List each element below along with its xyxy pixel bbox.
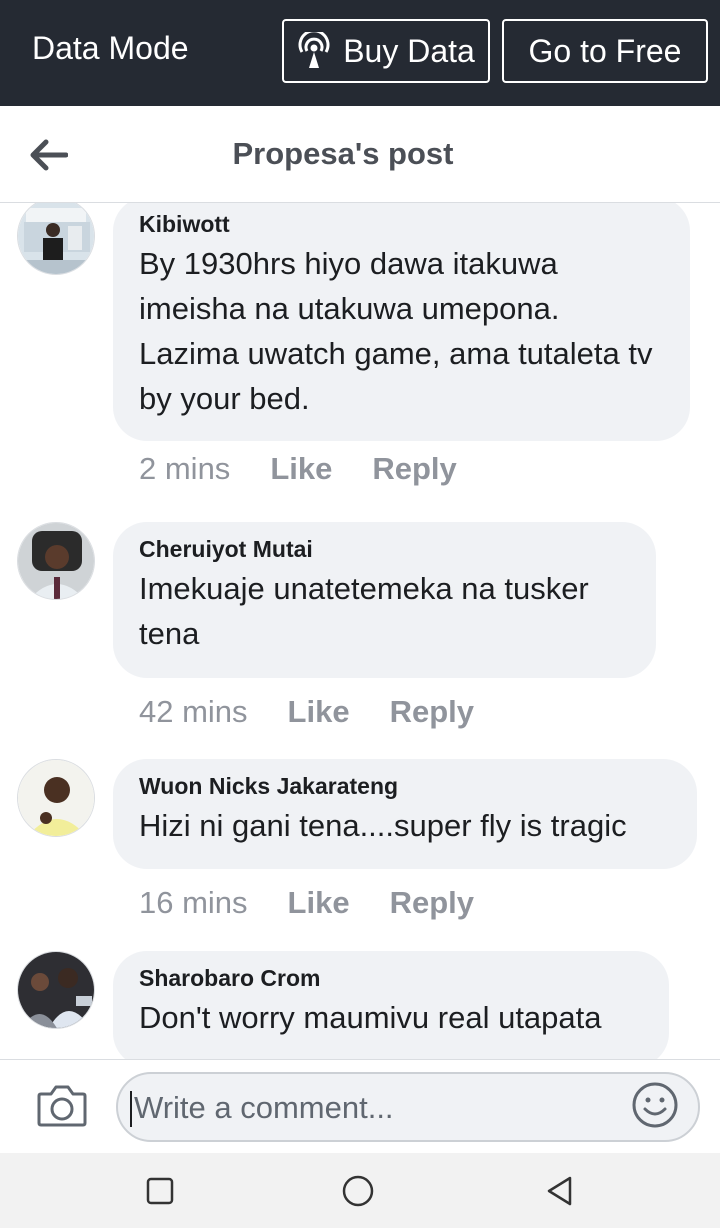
- comment-author[interactable]: Sharobaro Crom: [139, 965, 643, 991]
- comment-text: Imekuaje unatetemeka na tusker tena: [139, 571, 589, 651]
- buy-data-label: Buy Data: [343, 32, 475, 69]
- reply-button[interactable]: Reply: [372, 451, 456, 487]
- go-to-free-button[interactable]: Go to Free: [502, 19, 708, 83]
- page-title: Propesa's post: [232, 136, 454, 171]
- avatar[interactable]: [17, 522, 95, 600]
- comment-text: Hizi ni gani tena....super fly is tragic: [139, 808, 627, 843]
- data-mode-bar: Data Mode Buy Data Go to Free: [0, 0, 720, 106]
- comment-list[interactable]: Kibiwott By 1930hrs hiyo dawa itakuwa im…: [0, 203, 720, 1059]
- avatar[interactable]: [17, 759, 95, 837]
- comment-author[interactable]: Cheruiyot Mutai: [139, 536, 630, 562]
- avatar-image: [18, 760, 94, 836]
- comment-bubble[interactable]: Kibiwott By 1930hrs hiyo dawa itakuwa im…: [113, 203, 690, 441]
- comment-actions: 16 mins Like Reply: [139, 885, 474, 921]
- comment-bubble[interactable]: Wuon Nicks Jakarateng Hizi ni gani tena.…: [113, 759, 697, 869]
- comment-bubble[interactable]: Cheruiyot Mutai Imekuaje unatetemeka na …: [113, 522, 656, 678]
- comment-bubble[interactable]: Sharobaro Crom Don't worry maumivu real …: [113, 951, 669, 1059]
- post-header: Propesa's post: [0, 106, 720, 203]
- reply-button[interactable]: Reply: [390, 885, 474, 921]
- avatar-image: [18, 203, 94, 274]
- avatar-image: [18, 523, 94, 599]
- avatar-image: [18, 952, 94, 1028]
- go-to-free-label: Go to Free: [528, 32, 682, 69]
- comment-text: By 1930hrs hiyo dawa itakuwa imeisha na …: [139, 246, 653, 416]
- comment-actions: 2 mins Like Reply: [139, 451, 457, 487]
- comment-time: 16 mins: [139, 885, 248, 920]
- comment-author[interactable]: Wuon Nicks Jakarateng: [139, 773, 671, 799]
- buy-data-button[interactable]: Buy Data: [282, 19, 490, 83]
- avatar[interactable]: [17, 203, 95, 275]
- square-icon[interactable]: [144, 1175, 176, 1207]
- smiley-icon[interactable]: [632, 1082, 678, 1128]
- comment-actions: 42 mins Like Reply: [139, 694, 474, 730]
- comment-time: 42 mins: [139, 694, 248, 729]
- triangle-back-icon[interactable]: [544, 1175, 576, 1207]
- like-button[interactable]: Like: [288, 885, 350, 921]
- data-mode-label: Data Mode: [32, 30, 189, 66]
- comment-text: Don't worry maumivu real utapata: [139, 1000, 602, 1035]
- reply-button[interactable]: Reply: [390, 694, 474, 730]
- like-button[interactable]: Like: [288, 694, 350, 730]
- comment-composer: Write a comment...: [0, 1059, 720, 1154]
- comment-author[interactable]: Kibiwott: [139, 211, 664, 237]
- avatar[interactable]: [17, 951, 95, 1029]
- like-button[interactable]: Like: [270, 451, 332, 487]
- camera-icon[interactable]: [36, 1082, 88, 1128]
- comment-time: 2 mins: [139, 451, 231, 486]
- circle-icon[interactable]: [342, 1175, 374, 1207]
- text-caret: [130, 1091, 132, 1127]
- system-nav-bar: [0, 1153, 720, 1228]
- comment-input[interactable]: Write a comment...: [116, 1072, 700, 1142]
- comment-placeholder: Write a comment...: [134, 1090, 394, 1125]
- broadcast-icon: [298, 32, 330, 68]
